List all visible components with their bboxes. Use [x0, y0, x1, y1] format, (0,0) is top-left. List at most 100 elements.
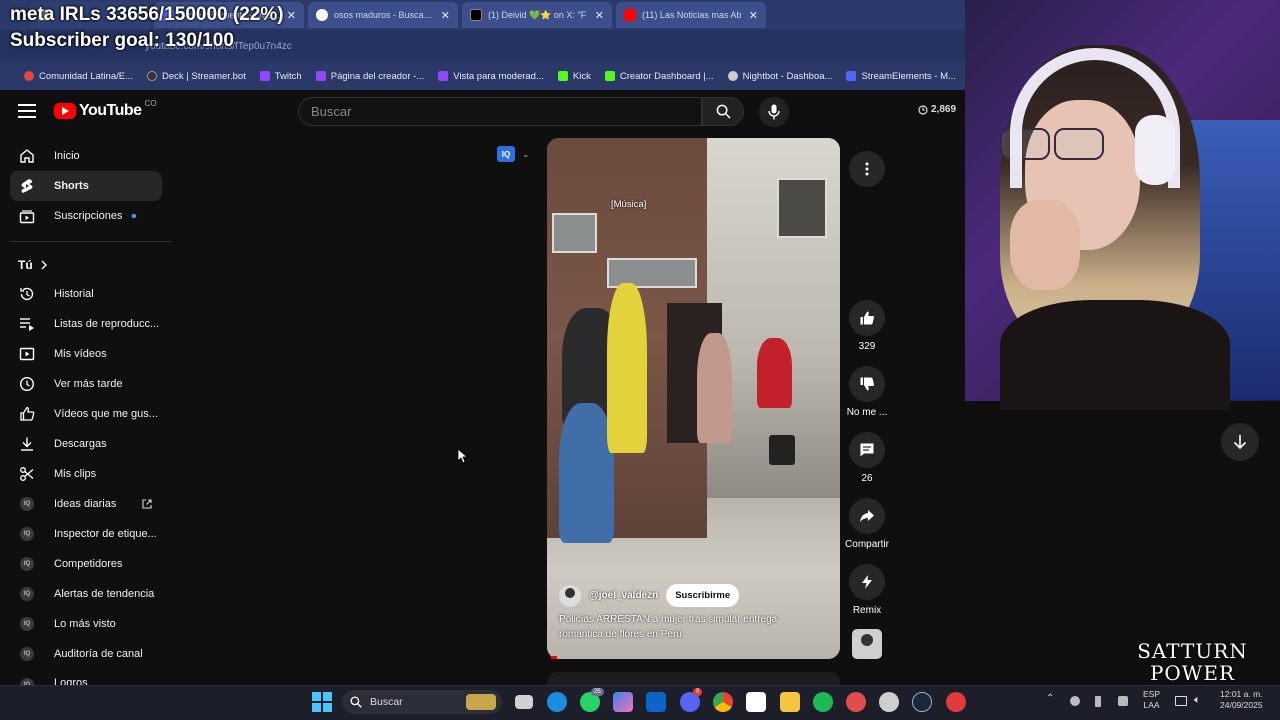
close-icon[interactable]: ✕	[595, 9, 604, 22]
sidebar-item-descargas[interactable]: Descargas	[10, 429, 162, 459]
sidebar-item-ver-mas-tarde[interactable]: Ver más tarde	[10, 369, 162, 399]
system-clock[interactable]: 12:01 a. m. 24/09/2025	[1220, 689, 1263, 711]
vidiq-icon: IQ	[20, 647, 34, 661]
tray-usb-icon[interactable]	[1095, 696, 1101, 707]
channel-avatar[interactable]	[559, 584, 581, 607]
youtube-icon	[624, 9, 636, 21]
network-icon[interactable]	[1175, 696, 1187, 706]
streamlabs-icon[interactable]	[846, 692, 866, 712]
sidebar-item-inicio[interactable]: Inicio	[10, 141, 162, 171]
sidebar-item-suscripciones[interactable]: Suscripciones	[10, 201, 162, 231]
next-short-button[interactable]	[1221, 423, 1259, 461]
bookmark[interactable]: Deck | Streamer.bot	[147, 71, 246, 82]
bookmark[interactable]: Página del creador -...	[315, 71, 424, 82]
input-language[interactable]: ESP LAA	[1143, 689, 1160, 711]
sidebar-section-you[interactable]: Tú	[18, 258, 47, 272]
sidebar-item-listas[interactable]: Listas de reproducc...	[10, 309, 162, 339]
webcam-headphone-cup	[1135, 115, 1175, 185]
like-count: 329	[858, 341, 876, 352]
obs-icon[interactable]	[879, 692, 899, 712]
short-video-player[interactable]	[547, 138, 840, 659]
edge-icon[interactable]	[547, 692, 567, 712]
task-view-icon[interactable]	[515, 695, 533, 709]
browser-tab[interactable]: (11) Las Noticias mas Ab ✕	[616, 2, 766, 28]
bookmark[interactable]: StreamElements - M...	[846, 71, 956, 82]
remix-button[interactable]: Remix	[835, 564, 899, 616]
search-input[interactable]: Buscar	[298, 97, 702, 126]
bookmark-icon	[24, 71, 34, 81]
recorder-icon[interactable]	[946, 692, 966, 712]
more-vertical-icon	[865, 162, 869, 176]
channel-name[interactable]: @joel_valdezn	[589, 590, 658, 601]
voice-search-button[interactable]	[759, 97, 789, 127]
twitch-icon	[259, 71, 270, 81]
chevron-down-icon[interactable]: ⌄	[522, 149, 530, 160]
sidebar-item-shorts[interactable]: Shorts	[10, 171, 162, 201]
browser-tab[interactable]: osos maduros - Buscar co ✕	[308, 2, 458, 28]
vidiq-badge[interactable]: IQ	[497, 146, 515, 162]
sidebar-item-ideas-diarias[interactable]: IQ Ideas diarias	[10, 489, 162, 519]
browser-tab[interactable]: (1) Deivid 💚⭐ on X: "F ✕	[462, 2, 612, 28]
tray-overflow-icon[interactable]: ⌃	[1046, 693, 1054, 704]
chrome-icon[interactable]	[713, 692, 733, 712]
sidebar-item-logros[interactable]: IQ Logros	[10, 669, 162, 685]
video-figure	[757, 338, 792, 408]
windows-start-icon[interactable]	[312, 692, 332, 712]
new-content-dot	[132, 214, 137, 218]
twitch-icon	[438, 71, 449, 81]
bookmark[interactable]: Vista para moderad...	[438, 71, 544, 82]
sidebar-item-videos-gusta[interactable]: Vídeos que me gus...	[10, 399, 162, 429]
search-button[interactable]	[702, 97, 744, 126]
steam-icon[interactable]	[912, 692, 932, 712]
twitch-icon	[315, 71, 326, 81]
sidebar-item-inspector[interactable]: IQ Inspector de etique...	[10, 519, 162, 549]
outlook-icon[interactable]	[646, 692, 666, 712]
sidebar-item-mis-clips[interactable]: Mis clips	[10, 459, 162, 489]
comments-button[interactable]: 26	[835, 432, 899, 484]
spotify-icon[interactable]	[813, 692, 833, 712]
bookmark[interactable]: Twitch	[259, 71, 302, 82]
sidebar-item-historial[interactable]: Historial	[10, 279, 162, 309]
remix-icon	[862, 575, 872, 589]
volume-icon[interactable]: 🔈︎	[1194, 694, 1201, 707]
tray-app-icon[interactable]	[1070, 696, 1080, 706]
sidebar-item-lo-mas-visto[interactable]: IQ Lo más visto	[10, 609, 162, 639]
youtube-logo[interactable]: YouTube CO	[54, 99, 157, 120]
like-button[interactable]: 329	[835, 300, 899, 352]
arrow-down-icon	[1233, 435, 1247, 450]
copilot-icon[interactable]	[613, 692, 633, 712]
close-icon[interactable]: ✕	[441, 9, 450, 22]
history-icon	[19, 286, 35, 302]
capcut-icon[interactable]	[746, 692, 766, 712]
sidebar-item-alertas[interactable]: IQ Alertas de tendencia	[10, 579, 162, 609]
chevron-right-icon	[41, 260, 47, 270]
sidebar-item-mis-videos[interactable]: Mis vídeos	[10, 339, 162, 369]
tray-app-icon[interactable]	[1118, 696, 1128, 706]
video-caption: [Música]	[611, 199, 647, 210]
more-options-button[interactable]	[849, 151, 885, 187]
vidiq-icon: IQ	[20, 678, 34, 685]
file-explorer-icon[interactable]	[780, 692, 800, 712]
sidebar-item-competidores[interactable]: IQ Competidores	[10, 549, 162, 579]
dislike-button[interactable]: No me ...	[835, 366, 899, 418]
menu-icon[interactable]	[18, 104, 36, 118]
remix-label: Remix	[852, 605, 882, 616]
comment-count: 26	[861, 473, 873, 484]
short-title[interactable]: Policías ARRESTAN a mujer tras simular e…	[559, 612, 809, 642]
header-counter[interactable]: 2,869	[918, 104, 956, 115]
subscribe-button[interactable]: Suscribirme	[666, 584, 740, 607]
bookmark[interactable]: Comunidad Latina/E...	[24, 71, 133, 82]
sound-avatar[interactable]	[852, 629, 882, 659]
bookmark[interactable]: Creator Dashboard |...	[604, 71, 714, 82]
close-icon[interactable]: ✕	[749, 9, 758, 22]
close-icon[interactable]: ✕	[287, 9, 296, 22]
sidebar-item-auditoria[interactable]: IQ Auditoría de canal	[10, 639, 162, 669]
bookmark[interactable]: Nightbot - Dashboa...	[727, 71, 832, 82]
taskbar-search[interactable]: Buscar	[342, 690, 502, 714]
bookmark-icon	[147, 71, 158, 81]
video-progress-bar[interactable]	[551, 656, 557, 659]
share-button[interactable]: Compartir	[835, 498, 899, 550]
webcam-person-hand	[1010, 200, 1080, 290]
youtube-play-icon	[54, 103, 76, 119]
bookmark[interactable]: Kick	[557, 71, 591, 82]
